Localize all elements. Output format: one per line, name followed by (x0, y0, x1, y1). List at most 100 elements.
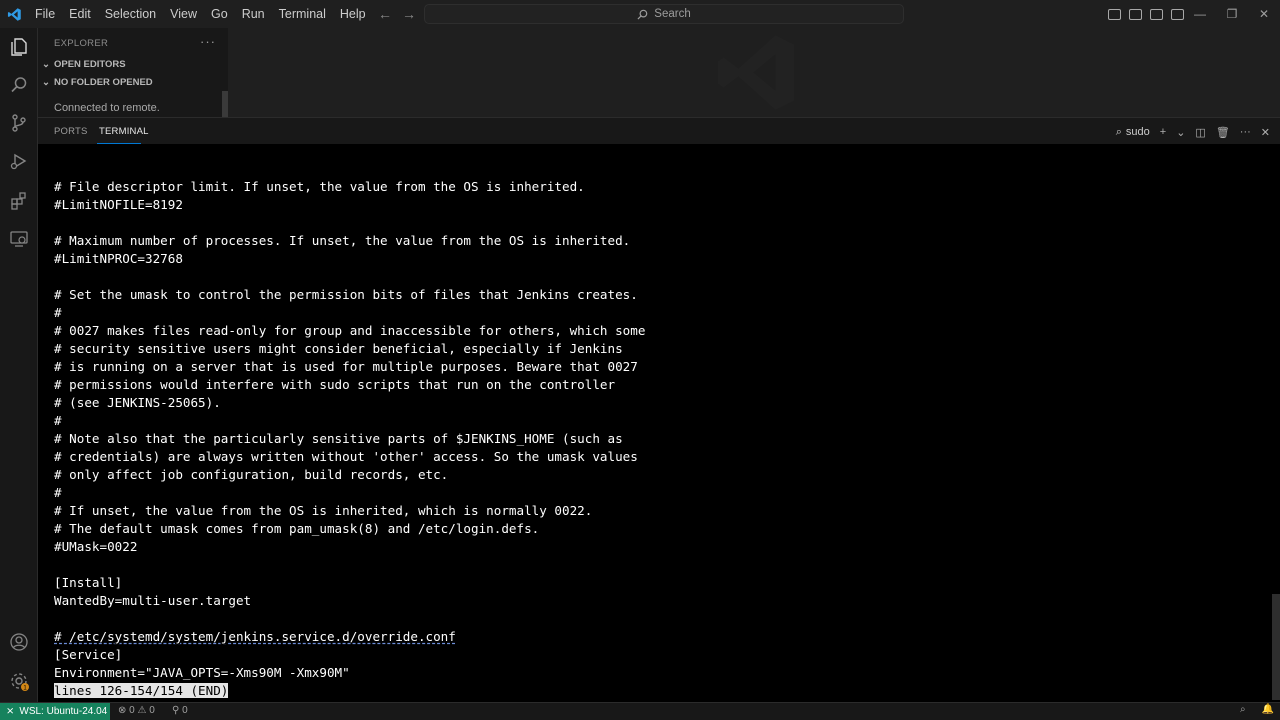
remote-indicator[interactable]: ⨯ WSL: Ubuntu-24.04 (0, 703, 110, 720)
open-editors-section[interactable]: ⌄ OPEN EDITORS (42, 59, 126, 70)
terminal-line: WantedBy=multi-user.target (54, 593, 252, 608)
menu-file[interactable]: File (28, 0, 62, 28)
search-placeholder: Search (654, 8, 691, 20)
terminal-line: # The default umask comes from pam_umask… (54, 521, 540, 536)
menu-go[interactable]: Go (204, 0, 235, 28)
terminal-line: # only affect job configuration, build r… (54, 467, 449, 482)
activity-bar: 1 (0, 28, 38, 702)
arrow-right-icon[interactable]: → (402, 6, 416, 22)
terminal-view[interactable]: # File descriptor limit. If unset, the v… (38, 144, 1280, 702)
explorer-icon[interactable] (9, 37, 29, 57)
terminal-line: # is running on a server that is used fo… (54, 359, 638, 374)
restore-icon[interactable]: ❐ (1216, 0, 1248, 28)
run-debug-icon[interactable] (9, 151, 29, 171)
panel-header: PORTS TERMINAL ⌕ sudo + ⌄ ◫ 🗑 ··· ✕ (38, 117, 1280, 144)
terminal-file-link[interactable]: # /etc/systemd/system/jenkins.service.d/… (54, 628, 645, 646)
terminal-line: [Install] (54, 575, 123, 590)
tab-terminal[interactable]: TERMINAL (99, 126, 149, 137)
error-icon: ⊗ (118, 705, 127, 716)
terminal-shell-icon: ⌕ (1115, 125, 1122, 138)
navigation-arrows: ← → (378, 0, 416, 28)
terminal-line: # If unset, the value from the OS is inh… (54, 503, 593, 518)
more-actions-icon[interactable]: ··· (200, 34, 216, 49)
source-control-icon[interactable] (9, 113, 29, 133)
pager-status-line: lines 126-154/154 (END) (54, 682, 645, 700)
ports-count: 0 (182, 705, 188, 716)
problems-indicator[interactable]: ⊗ 0 ⚠ 0 (118, 705, 155, 716)
manage-gear-icon[interactable]: 1 (9, 671, 29, 692)
tab-ports[interactable]: PORTS (54, 126, 88, 137)
panel-actions: ⌕ sudo + ⌄ ◫ 🗑 ··· ✕ (1116, 122, 1270, 142)
close-panel-icon[interactable]: ✕ (1261, 126, 1270, 139)
more-actions-icon[interactable]: ··· (1240, 126, 1251, 138)
status-right: ⌕ 🔔 (1240, 704, 1274, 715)
arrow-left-icon[interactable]: ← (378, 6, 392, 22)
terminal-selector[interactable]: ⌕ sudo (1116, 126, 1150, 139)
pager-status: lines 126-154/154 (END) (54, 683, 229, 698)
open-editors-label: OPEN EDITORS (53, 59, 126, 70)
window-controls: — ❐ ✕ (1184, 0, 1280, 28)
chevron-down-icon: ⌄ (42, 59, 50, 70)
terminal-line: #LimitNPROC=32768 (54, 251, 183, 266)
title-bar: File Edit Selection View Go Run Terminal… (0, 0, 1280, 28)
status-bar: ⨯ WSL: Ubuntu-24.04 ⊗ 0 ⚠ 0 ⚲ 0 ⌕ 🔔 (0, 702, 1280, 720)
terminal-line: # 0027 makes files read-only for group a… (54, 323, 646, 338)
split-terminal-icon[interactable]: ◫ (1195, 126, 1205, 139)
chevron-down-icon: ⌄ (42, 77, 50, 88)
remote-status-text: Connected to remote. (54, 102, 160, 114)
terminal-line: #LimitNOFILE=8192 (54, 197, 183, 212)
minimize-icon[interactable]: — (1184, 0, 1216, 28)
menu-help[interactable]: Help (333, 0, 373, 28)
terminal-line: # File descriptor limit. If unset, the v… (54, 179, 585, 194)
toggle-secondary-sidebar-icon[interactable] (1150, 8, 1163, 20)
terminal-name: sudo (1125, 126, 1150, 138)
terminal-line: # credentials) are always written withou… (54, 449, 638, 464)
menu-edit[interactable]: Edit (62, 0, 98, 28)
search-icon (637, 9, 648, 20)
terminal-line: # Set the umask to control the permissio… (54, 287, 638, 302)
explorer-sidebar: EXPLORER ··· ⌄ OPEN EDITORS ⌄ NO FOLDER … (38, 28, 228, 117)
customize-layout-icon[interactable] (1171, 8, 1184, 20)
toggle-panel-icon[interactable] (1129, 8, 1142, 20)
notifications-bell-icon[interactable]: 🔔 (1262, 704, 1274, 715)
vscode-watermark-icon (718, 35, 795, 110)
search-icon[interactable] (9, 75, 29, 95)
terminal-line: Environment="JAVA_OPTS=-Xms90M -Xmx90M" (54, 665, 350, 680)
zoom-icon[interactable]: ⌕ (1240, 704, 1246, 715)
vscode-logo-icon (0, 0, 28, 28)
chevron-down-icon[interactable]: ⌄ (1176, 126, 1185, 139)
toggle-primary-sidebar-icon[interactable] (1108, 8, 1121, 20)
terminal-line: # (see JENKINS-25065). (54, 395, 221, 410)
terminal-line: # (54, 413, 62, 428)
ports-indicator[interactable]: ⚲ 0 (172, 705, 188, 716)
warning-icon: ⚠ (137, 705, 147, 716)
extensions-icon[interactable] (9, 191, 29, 211)
remote-label: WSL: Ubuntu-24.04 (19, 706, 108, 717)
terminal-line: # Note also that the particularly sensit… (54, 431, 623, 446)
terminal-line: # Maximum number of processes. If unset,… (54, 233, 631, 248)
account-icon[interactable] (9, 632, 29, 652)
menu-run[interactable]: Run (235, 0, 272, 28)
close-window-icon[interactable]: ✕ (1248, 0, 1280, 28)
terminal-line: [Service] (54, 647, 123, 662)
kill-terminal-icon[interactable]: 🗑 (1216, 126, 1230, 139)
terminal-line: #UMask=0022 (54, 539, 138, 554)
terminal-scrollbar[interactable] (1272, 594, 1280, 700)
remote-explorer-icon[interactable] (9, 229, 29, 249)
remote-icon: ⨯ (6, 706, 15, 717)
terminal-output: # File descriptor limit. If unset, the v… (54, 178, 645, 700)
command-center-search[interactable]: Search (424, 4, 904, 24)
menu-selection[interactable]: Selection (98, 0, 163, 28)
terminal-line: # permissions would interfere with sudo … (54, 377, 616, 392)
terminal-line: # (54, 485, 62, 500)
new-terminal-icon[interactable]: + (1160, 126, 1166, 138)
menu-view[interactable]: View (163, 0, 204, 28)
no-folder-section[interactable]: ⌄ NO FOLDER OPENED (42, 77, 153, 88)
warning-count: 0 (149, 705, 155, 716)
menu-terminal[interactable]: Terminal (272, 0, 333, 28)
editor-area (228, 28, 1280, 117)
